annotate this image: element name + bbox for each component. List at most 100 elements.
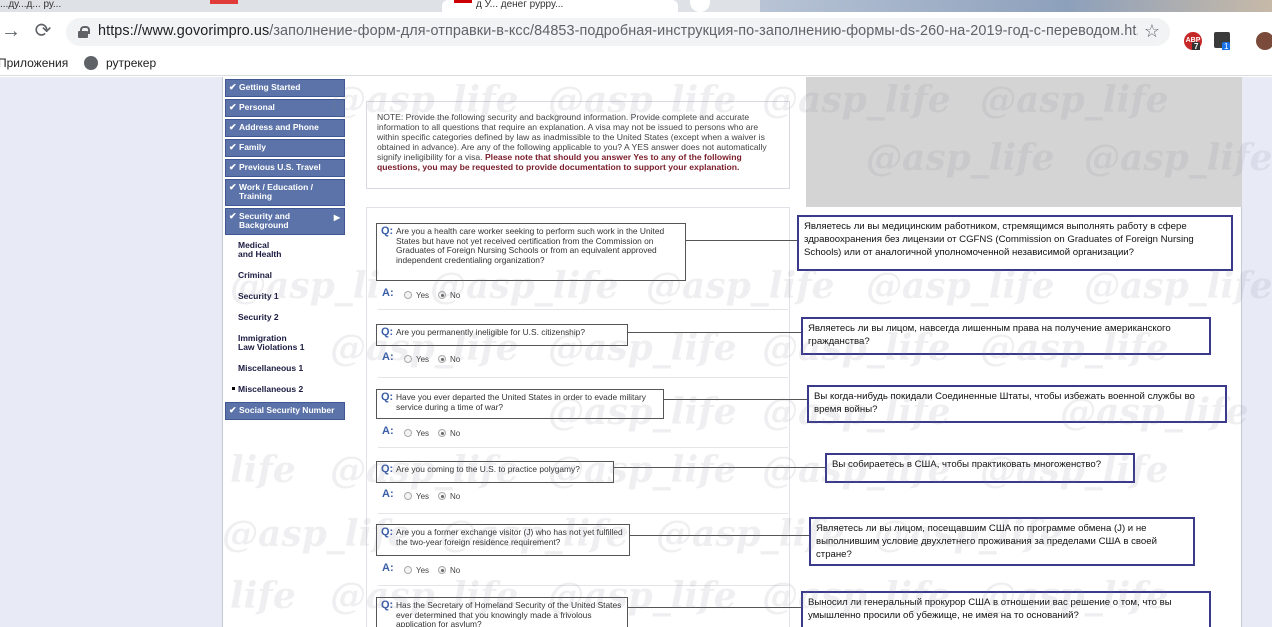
window-background <box>760 0 1272 12</box>
address-bar[interactable]: https://www.govorimpro.us/заполнение-фор… <box>66 18 1170 46</box>
sidebar-item-security-2[interactable]: Security 2 <box>225 309 345 328</box>
radio-yes[interactable] <box>404 291 412 299</box>
connector-line <box>630 535 810 536</box>
translation-exchange-visitor: Являетесь ли вы лицом, посещавшим США по… <box>809 517 1195 566</box>
page-margin-left <box>0 77 222 627</box>
sidebar-item-miscellaneous-1[interactable]: Miscellaneous 1 <box>225 360 345 379</box>
sidebar-item-label: Immigration Law Violations 1 <box>238 333 305 352</box>
tab-active[interactable]: д У... денег рурру... <box>442 0 678 12</box>
sidebar-item-label: Security and Background <box>239 211 291 230</box>
sidebar-item-medical-health[interactable]: Medical and Health <box>225 237 345 265</box>
sidebar-item-security-background[interactable]: ✔ Security and Background ▶ <box>225 208 345 235</box>
sidebar-item-label: Getting Started <box>239 82 301 92</box>
sidebar-item-label: Previous U.S. Travel <box>239 162 321 172</box>
tab-1[interactable]: ...ду...д... ру... <box>0 0 200 12</box>
answer-row-2: A: Yes No <box>382 351 482 367</box>
connector-line <box>686 240 798 241</box>
page-viewport: ✔ Getting Started ✔ Personal ✔ Address and … <box>0 77 1272 627</box>
sidebar-item-security-1[interactable]: Security 1 <box>225 288 345 307</box>
translation-health-worker: Являетесь ли вы медицинским работником, … <box>797 215 1233 271</box>
sidebar-item-family[interactable]: ✔ Family <box>225 139 345 157</box>
radio-no-label: No <box>450 429 461 438</box>
radio-yes[interactable] <box>404 355 412 363</box>
radio-yes-label: Yes <box>416 566 430 575</box>
sidebar-item-immigration-violations[interactable]: Immigration Law Violations 1 <box>225 330 345 358</box>
sidebar-item-criminal[interactable]: Criminal <box>225 267 345 286</box>
site-favicon-icon <box>454 0 472 3</box>
extension-icon[interactable]: 1 <box>1214 32 1231 52</box>
radio-yes-label: Yes <box>416 291 430 300</box>
q-marker: Q: <box>381 599 394 611</box>
url-host: https://www.govorimpro.us <box>98 23 270 39</box>
sidebar-item-miscellaneous-2[interactable]: Miscellaneous 2 <box>225 381 345 400</box>
sidebar-item-label: Address and Phone <box>239 122 319 132</box>
a-marker: A: <box>382 488 394 500</box>
translation-text: Являетесь ли вы лицом, посещавшим США по… <box>816 523 1157 560</box>
connector-line <box>614 467 826 468</box>
radio-no[interactable] <box>438 355 446 363</box>
question-polygamy: Q: Are you coming to the U.S. to practic… <box>376 461 614 483</box>
radio-no[interactable] <box>438 429 446 437</box>
bookmark-rutracker[interactable]: рутрекер <box>84 56 156 70</box>
question-exchange-visitor: Q: Are you a former exchange visitor (J)… <box>376 524 630 556</box>
connector-line <box>664 399 808 400</box>
translation-text: Выносил ли генеральный прокурор США в от… <box>808 597 1172 621</box>
row-divider <box>378 513 788 514</box>
radio-yes-label: Yes <box>416 355 430 364</box>
translation-ineligible-citizenship: Являетесь ли вы лицом, навсегда лишенным… <box>801 317 1211 355</box>
q-marker: Q: <box>381 326 394 338</box>
radio-yes[interactable] <box>404 566 412 574</box>
question-text: Has the Secretary of Homeland Security o… <box>396 600 622 627</box>
check-icon: ✔ <box>229 211 237 221</box>
forward-arrow-icon[interactable]: → <box>0 20 22 42</box>
connector-line <box>628 332 802 333</box>
lock-icon <box>78 26 90 38</box>
radio-no-label: No <box>450 492 461 501</box>
answer-row-4: A: Yes No <box>382 488 482 504</box>
a-marker: A: <box>382 287 394 299</box>
question-text: Are you a former exchange visitor (J) wh… <box>396 527 623 547</box>
sidebar-item-label: Miscellaneous 2 <box>238 384 304 394</box>
current-bullet-icon <box>232 387 235 390</box>
radio-yes[interactable] <box>404 492 412 500</box>
check-icon: ✔ <box>229 162 237 172</box>
bookmark-star-icon[interactable]: ☆ <box>1144 21 1160 42</box>
form-sidebar: ✔ Getting Started ✔ Personal ✔ Address and … <box>225 79 347 422</box>
row-divider <box>378 377 788 378</box>
profile-avatar-icon[interactable] <box>1256 32 1272 50</box>
sidebar-item-social-security[interactable]: ✔ Social Security Number <box>225 402 345 420</box>
radio-no[interactable] <box>438 492 446 500</box>
sidebar-item-address-phone[interactable]: ✔ Address and Phone <box>225 119 345 137</box>
question-text: Are you coming to the U.S. to practice p… <box>396 464 580 474</box>
adblock-extension-icon[interactable]: ABP 7 <box>1184 32 1202 52</box>
radio-no[interactable] <box>438 291 446 299</box>
answer-row-5: A: Yes No <box>382 562 482 578</box>
bookmarks-bar: Приложения рутрекер <box>0 50 1272 76</box>
sidebar-item-personal[interactable]: ✔ Personal <box>225 99 345 117</box>
question-text: Are you a health care worker seeking to … <box>396 226 665 265</box>
sidebar-item-previous-travel[interactable]: ✔ Previous U.S. Travel <box>225 159 345 177</box>
radio-yes[interactable] <box>404 429 412 437</box>
check-icon: ✔ <box>229 182 237 192</box>
tab-active-label: д У... денег рурру... <box>476 0 564 10</box>
tab-1-label: ...ду...д... ру... <box>0 0 62 10</box>
url-text[interactable]: https://www.govorimpro.us/заполнение-фор… <box>98 23 1138 39</box>
translation-frivolous-asylum: Выносил ли генеральный прокурор США в от… <box>801 591 1211 627</box>
radio-no[interactable] <box>438 566 446 574</box>
page-margin-right <box>1242 77 1272 627</box>
sidebar-item-getting-started[interactable]: ✔ Getting Started <box>225 79 345 97</box>
translation-polygamy: Вы собираетесь в США, чтобы практиковать… <box>825 453 1135 483</box>
browser-toolbar: → ⟳ https://www.govorimpro.us/заполнение… <box>0 12 1272 52</box>
sidebar-item-work-education[interactable]: ✔ Work / Education / Training <box>225 179 345 206</box>
translation-text: Являетесь ли вы медицинским работником, … <box>804 221 1194 258</box>
reload-icon[interactable]: ⟳ <box>32 20 54 42</box>
question-text: Have you ever departed the United States… <box>396 392 646 412</box>
tab-2[interactable] <box>210 0 240 12</box>
answer-row-3: A: Yes No <box>382 425 482 441</box>
new-tab-button[interactable] <box>690 0 710 12</box>
bookmark-apps[interactable]: Приложения <box>0 56 68 70</box>
chevron-right-icon: ▶ <box>333 213 340 222</box>
question-text: Are you permanently ineligible for U.S. … <box>396 327 585 337</box>
security-note: NOTE: Provide the following security and… <box>366 101 790 189</box>
question-ineligible-citizenship: Q: Are you permanently ineligible for U.… <box>376 324 628 346</box>
